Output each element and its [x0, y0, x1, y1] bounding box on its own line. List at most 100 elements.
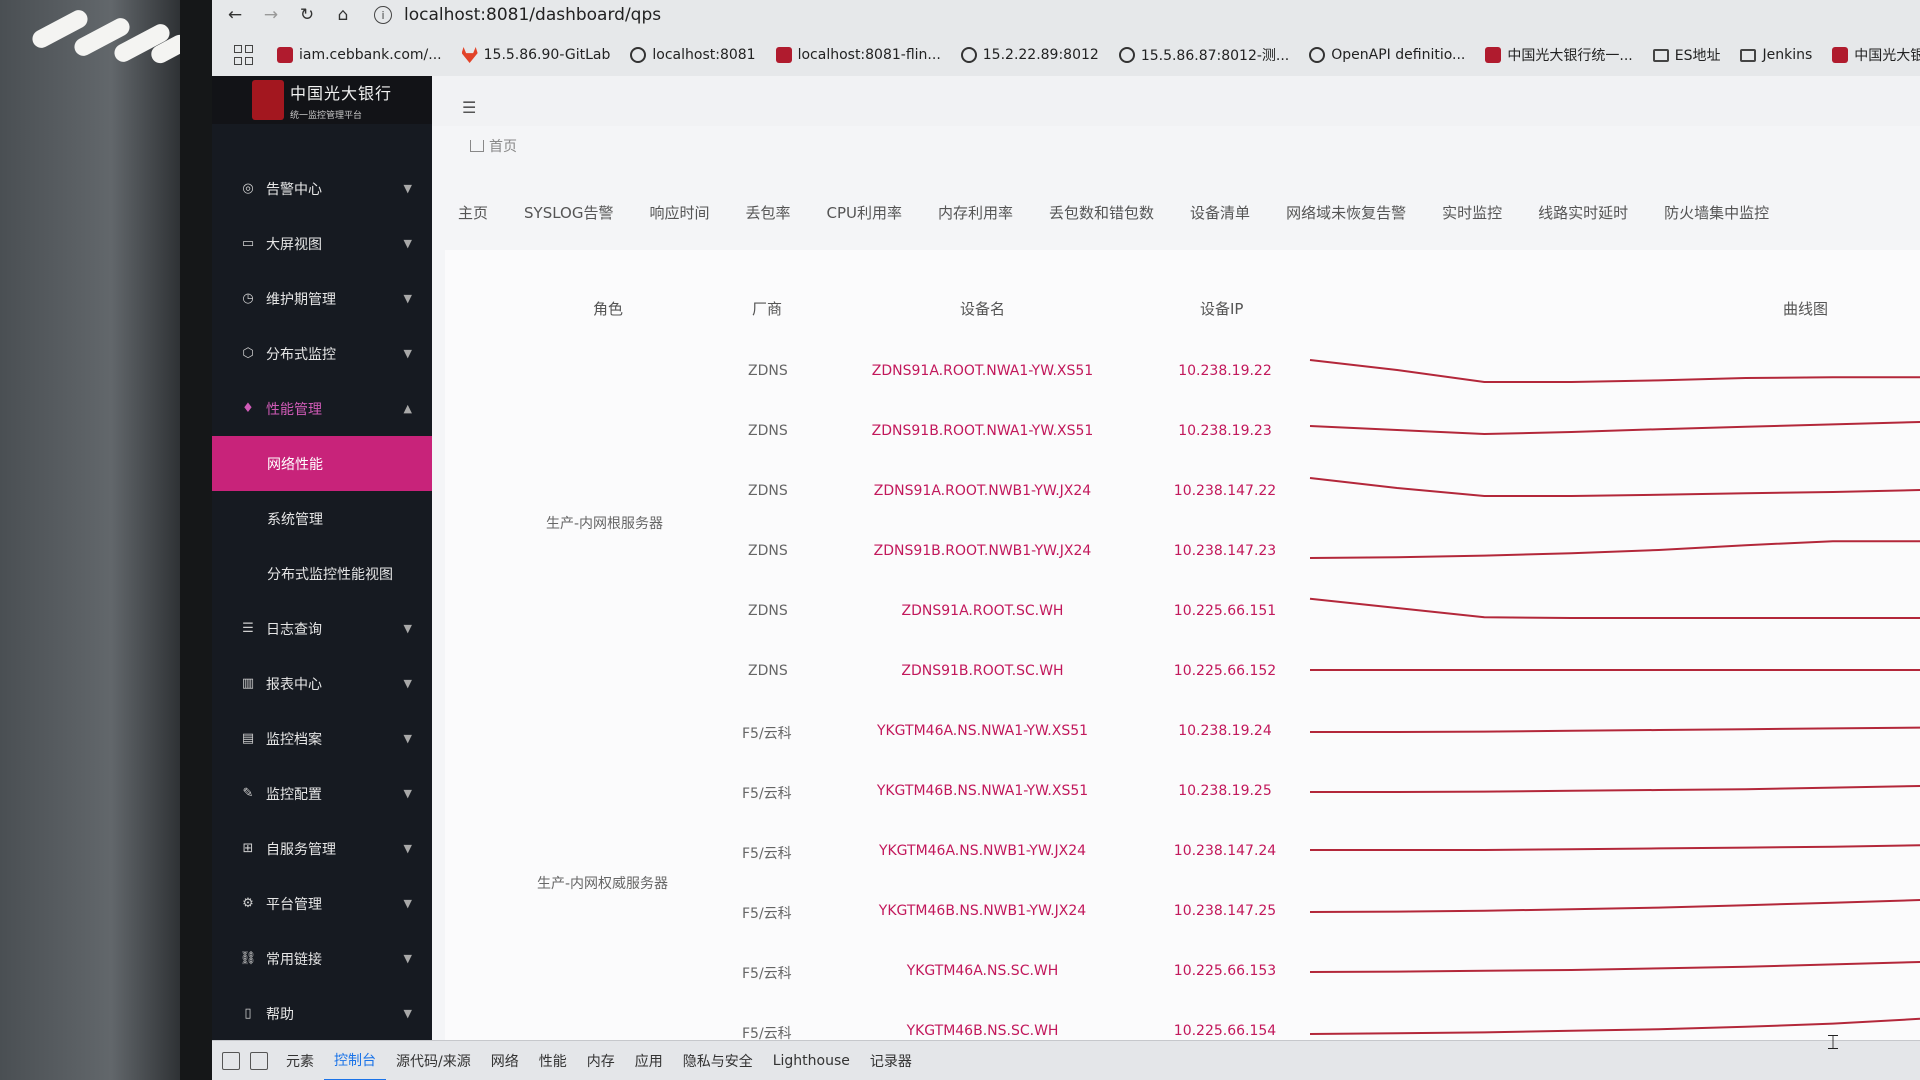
sidebar-item-9[interactable]: ⊞ 自服务管理 ▼	[212, 821, 432, 876]
sidebar-item-0[interactable]: ◎ 告警中心 ▼	[212, 161, 432, 216]
monitor-bezel	[0, 0, 192, 1080]
trend-line	[1309, 961, 1920, 973]
devtools-tab-9[interactable]: 记录器	[860, 1041, 922, 1080]
sidebar-item-label: 报表中心	[266, 676, 322, 693]
tab-6[interactable]: 丢包数和错包数	[1031, 196, 1172, 228]
bookmark-item[interactable]: Jenkins	[1740, 47, 1812, 63]
device-name-link[interactable]: YKGTM46B.NS.SC.WH	[870, 1023, 1095, 1039]
devtools-tab-7[interactable]: 隐私与安全	[673, 1041, 763, 1080]
chevron-down-icon: ▼	[403, 732, 412, 745]
submenu-item-2[interactable]: 分布式监控性能视图	[212, 546, 432, 601]
device-name-link[interactable]: ZDNS91B.ROOT.NWB1-YW.JX24	[870, 543, 1095, 559]
bookmark-item[interactable]: localhost:8081	[630, 47, 756, 63]
tab-8[interactable]: 网络域未恢复告警	[1268, 196, 1424, 228]
device-name-link[interactable]: YKGTM46B.NS.NWA1-YW.XS51	[870, 783, 1095, 799]
devtools-tab-8[interactable]: Lighthouse	[763, 1041, 860, 1080]
sidebar-item-5[interactable]: ☰ 日志查询 ▼	[212, 601, 432, 656]
device-name-link[interactable]: YKGTM46A.NS.SC.WH	[870, 963, 1095, 979]
sidebar-item-12[interactable]: ▯ 帮助 ▼	[212, 986, 432, 1041]
device-name-link[interactable]: YKGTM46B.NS.NWB1-YW.JX24	[870, 903, 1095, 919]
bookmark-item[interactable]: 15.5.86.87:8012-测...	[1118, 45, 1289, 65]
sidebar-item-8[interactable]: ✎ 监控配置 ▼	[212, 766, 432, 821]
tab-10[interactable]: 线路实时延时	[1520, 196, 1646, 228]
trend-line	[1309, 540, 1920, 559]
chevron-down-icon: ▼	[403, 292, 412, 305]
devtools-tab-0[interactable]: 元素	[276, 1041, 324, 1080]
chevron-down-icon: ▼	[403, 842, 412, 855]
bookmark-label: 中国光大银行统一...	[1507, 48, 1633, 64]
sidebar-item-10[interactable]: ⚙ 平台管理 ▼	[212, 876, 432, 931]
sidebar-item-label: 监控档案	[266, 731, 322, 748]
tab-4[interactable]: CPU利用率	[809, 196, 921, 228]
menu-item-icon: ✎	[242, 786, 254, 801]
tab-2[interactable]: 响应时间	[631, 196, 727, 228]
menu-toggle-icon[interactable]: ☰	[462, 98, 480, 117]
sidebar-item-1[interactable]: ▭ 大屏视图 ▼	[212, 216, 432, 271]
device-name-link[interactable]: ZDNS91B.ROOT.NWA1-YW.XS51	[870, 423, 1095, 439]
trend-line	[1309, 597, 1920, 619]
site-info-icon[interactable]: i	[374, 6, 392, 24]
sidebar-item-3[interactable]: ⬡ 分布式监控 ▼	[212, 326, 432, 381]
devtools-tab-3[interactable]: 网络	[481, 1041, 529, 1080]
submenu-item-0[interactable]: 网络性能	[212, 436, 432, 491]
device-name-link[interactable]: ZDNS91A.ROOT.NWB1-YW.JX24	[870, 483, 1095, 499]
sidebar-item-label: 常用链接	[266, 951, 322, 968]
device-name-link[interactable]: ZDNS91A.ROOT.SC.WH	[870, 603, 1095, 619]
submenu-item-1[interactable]: 系统管理	[212, 491, 432, 546]
sidebar-item-7[interactable]: ▤ 监控档案 ▼	[212, 711, 432, 766]
bookmark-label: localhost:8081-flin...	[797, 47, 941, 63]
tab-0[interactable]: 主页	[440, 196, 506, 228]
inspect-icon[interactable]	[222, 1051, 240, 1070]
sidebar-item-6[interactable]: ▥ 报表中心 ▼	[212, 656, 432, 711]
devtools-tab-2[interactable]: 源代码/来源	[386, 1041, 481, 1080]
home-icon[interactable]: ⌂	[330, 2, 356, 28]
device-name-link[interactable]: YKGTM46A.NS.NWB1-YW.JX24	[870, 843, 1095, 859]
tab-11[interactable]: 防火墙集中监控	[1646, 196, 1787, 228]
apps-icon[interactable]	[234, 45, 253, 65]
vendor-cell: ZDNS	[748, 363, 788, 379]
tab-1[interactable]: SYSLOG告警	[506, 196, 631, 228]
device-toolbar-icon[interactable]	[250, 1051, 268, 1070]
forward-icon[interactable]: →	[258, 2, 284, 28]
devtools-tab-4[interactable]: 性能	[529, 1041, 577, 1080]
bookmark-item[interactable]: 15.5.86.90-GitLab	[461, 47, 610, 63]
back-icon[interactable]: ←	[222, 2, 248, 28]
menu-item-icon: ☰	[242, 621, 254, 636]
sidebar-menu: ◎ 告警中心 ▼ ▭ 大屏视图 ▼ ◷ 维护期管理 ▼ ⬡ 分布式监控 ▼ ♦ 性能管理 ▲ 网络性能 系统管理…	[212, 161, 432, 1041]
tab-9[interactable]: 实时监控	[1424, 196, 1520, 228]
bookmark-item[interactable]: localhost:8081-flin...	[775, 47, 941, 63]
devtools-tab-1[interactable]: 控制台	[324, 1041, 386, 1080]
tab-7[interactable]: 设备清单	[1172, 196, 1268, 228]
reload-icon[interactable]: ↻	[294, 2, 320, 28]
sidebar-item-4[interactable]: ♦ 性能管理 ▲	[212, 381, 432, 436]
menu-item-icon: ◎	[242, 181, 254, 196]
bookmark-item[interactable]: 15.2.22.89:8012	[960, 47, 1099, 63]
devtools-tab-5[interactable]: 内存	[577, 1041, 625, 1080]
bookmark-item[interactable]: 中国光大银行统一...	[1485, 45, 1633, 65]
tab-3[interactable]: 丢包率	[728, 196, 809, 228]
devtools-tab-6[interactable]: 应用	[625, 1041, 673, 1080]
bookmark-item[interactable]: 中国光大银行统...	[1832, 45, 1920, 65]
device-name-link[interactable]: YKGTM46A.NS.NWA1-YW.XS51	[870, 723, 1095, 739]
text-cursor-icon: ⌶	[1827, 1030, 1839, 1054]
menu-item-icon: ▭	[241, 236, 255, 251]
top-header	[432, 76, 1920, 126]
menu-item-icon: ⊞	[242, 841, 254, 856]
bookmark-globe-icon	[1118, 47, 1135, 63]
logo[interactable]: 中国光大银行 统一监控管理平台	[212, 76, 442, 124]
breadcrumb[interactable]: 首页	[470, 136, 517, 156]
address-bar[interactable]: i localhost:8081/dashboard/qps	[374, 2, 661, 28]
vendor-cell: ZDNS	[748, 483, 788, 499]
bookmark-item[interactable]: iam.cebbank.com/...	[277, 47, 442, 63]
bookmark-item[interactable]: ES地址	[1652, 45, 1720, 65]
sidebar-item-2[interactable]: ◷ 维护期管理 ▼	[212, 271, 432, 326]
tab-5[interactable]: 内存利用率	[920, 196, 1031, 228]
device-name-link[interactable]: ZDNS91B.ROOT.SC.WH	[870, 663, 1095, 679]
col-header-vendor: 厂商	[752, 300, 783, 318]
device-name-link[interactable]: ZDNS91A.ROOT.NWA1-YW.XS51	[870, 363, 1095, 379]
trend-sparkline	[1309, 540, 1920, 559]
sidebar-item-11[interactable]: ⛓ 常用链接 ▼	[212, 931, 432, 986]
bookmark-folder-icon	[1740, 48, 1757, 62]
bookmark-item[interactable]: OpenAPI definitio...	[1309, 47, 1465, 63]
chevron-down-icon: ▼	[403, 347, 412, 360]
